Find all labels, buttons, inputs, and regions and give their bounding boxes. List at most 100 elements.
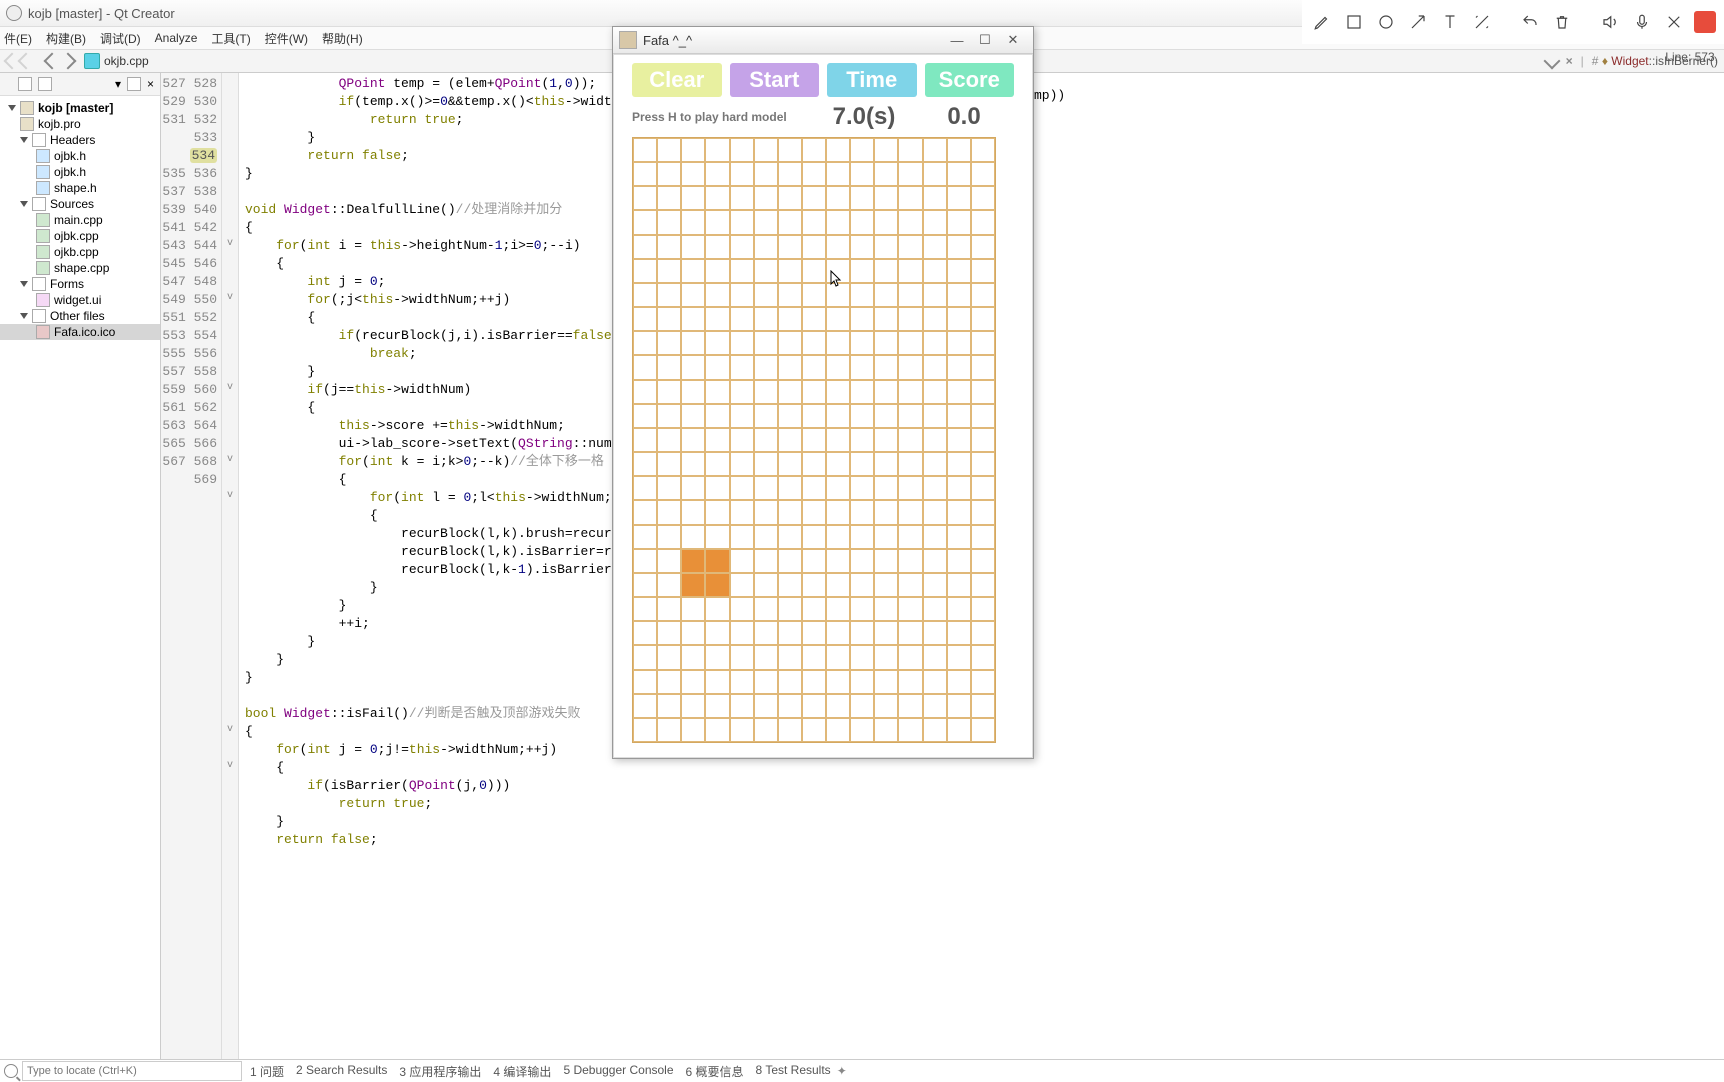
- grid-cell: [730, 645, 754, 669]
- open-filename[interactable]: okjb.cpp: [104, 54, 149, 68]
- output-tab-4[interactable]: 5 Debugger Console: [563, 1063, 673, 1080]
- output-tab-1[interactable]: 2 Search Results: [296, 1063, 387, 1080]
- grid-cell: [681, 718, 705, 742]
- grid-cell: [947, 621, 971, 645]
- grid-cell: [705, 525, 729, 549]
- output-tab-5[interactable]: 6 概要信息: [686, 1063, 744, 1080]
- tree-root[interactable]: kojb [master]: [0, 100, 160, 116]
- speaker-icon[interactable]: [1598, 10, 1622, 34]
- grid-cell: [874, 283, 898, 307]
- grid-cell: [923, 500, 947, 524]
- menu-analyze[interactable]: Analyze: [155, 31, 198, 45]
- menu-file[interactable]: 件(E): [4, 30, 32, 47]
- sidebar-tool1-icon[interactable]: [18, 77, 32, 91]
- history-back-icon[interactable]: [44, 53, 61, 70]
- tree-s1[interactable]: main.cpp: [0, 212, 160, 228]
- grid-cell: [754, 452, 778, 476]
- grid-cell: [657, 597, 681, 621]
- text-icon[interactable]: [1438, 10, 1462, 34]
- menu-window[interactable]: 控件(W): [265, 30, 308, 47]
- grid-cell: [923, 283, 947, 307]
- grid-cell: [778, 694, 802, 718]
- grid-cell: [681, 331, 705, 355]
- grid-cell: [826, 500, 850, 524]
- tree-o1[interactable]: Fafa.ico.ico: [0, 324, 160, 340]
- grid-cell: [898, 210, 922, 234]
- grid-cell: [681, 573, 705, 597]
- tree-s3[interactable]: ojkb.cpp: [0, 244, 160, 260]
- output-tab-3[interactable]: 4 编译输出: [493, 1063, 551, 1080]
- fold-gutter[interactable]: vvvvvvv: [222, 73, 239, 1059]
- menu-build[interactable]: 构建(B): [46, 30, 86, 47]
- tree-pro-file[interactable]: kojb.pro: [0, 116, 160, 132]
- maximize-icon[interactable]: ☐: [971, 31, 999, 49]
- undo-icon[interactable]: [1518, 10, 1542, 34]
- minimize-icon[interactable]: —: [943, 31, 971, 49]
- grid-cell: [705, 307, 729, 331]
- grid-cell: [730, 355, 754, 379]
- nav-back2-icon[interactable]: [18, 53, 35, 70]
- grid-cell: [730, 235, 754, 259]
- record-icon[interactable]: [1694, 11, 1716, 33]
- game-titlebar[interactable]: Fafa ^_^ — ☐ ✕: [613, 27, 1033, 54]
- grid-cell: [923, 355, 947, 379]
- menu-tools[interactable]: 工具(T): [211, 30, 250, 47]
- circle-icon[interactable]: [1374, 10, 1398, 34]
- grid-cell: [730, 573, 754, 597]
- tree-h1[interactable]: ojbk.h: [0, 148, 160, 164]
- clear-button[interactable]: Clear: [632, 63, 722, 97]
- grid-cell: [850, 597, 874, 621]
- close-file-icon[interactable]: ×: [1566, 54, 1573, 68]
- mic-icon[interactable]: [1630, 10, 1654, 34]
- game-grid[interactable]: [632, 137, 996, 743]
- grid-cell: [874, 718, 898, 742]
- output-tab-0[interactable]: 1 问题: [250, 1063, 284, 1080]
- grid-cell: [754, 428, 778, 452]
- grid-cell: [657, 404, 681, 428]
- grid-cell: [947, 210, 971, 234]
- sidebar-filter-icon[interactable]: ▾: [115, 77, 121, 91]
- tree-s2[interactable]: ojbk.cpp: [0, 228, 160, 244]
- arrow-icon[interactable]: [1406, 10, 1430, 34]
- tree-forms[interactable]: Forms: [0, 276, 160, 292]
- grid-cell: [826, 718, 850, 742]
- grid-cell: [657, 283, 681, 307]
- tree-h2[interactable]: ojbk.h: [0, 164, 160, 180]
- output-more-icon[interactable]: ✦: [837, 1064, 847, 1078]
- output-tab-6[interactable]: 8 Test Results: [756, 1063, 831, 1080]
- grid-cell: [681, 500, 705, 524]
- file-dropdown-icon[interactable]: [1543, 53, 1560, 70]
- tree-h3[interactable]: shape.h: [0, 180, 160, 196]
- grid-cell: [971, 621, 995, 645]
- wand-icon[interactable]: [1470, 10, 1494, 34]
- square-icon[interactable]: [1342, 10, 1366, 34]
- close-icon[interactable]: ✕: [999, 31, 1027, 49]
- sidebar-split-icon[interactable]: [127, 77, 141, 91]
- sidebar-close-icon[interactable]: ×: [147, 77, 154, 91]
- sidebar-tool2-icon[interactable]: [38, 77, 52, 91]
- trash-icon[interactable]: [1550, 10, 1574, 34]
- start-button[interactable]: Start: [730, 63, 820, 97]
- pencil-icon[interactable]: [1310, 10, 1334, 34]
- tree-headers[interactable]: Headers: [0, 132, 160, 148]
- grid-cell: [923, 670, 947, 694]
- output-tab-2[interactable]: 3 应用程序输出: [399, 1063, 481, 1080]
- menu-help[interactable]: 帮助(H): [322, 30, 363, 47]
- tree-s4[interactable]: shape.cpp: [0, 260, 160, 276]
- grid-cell: [802, 210, 826, 234]
- grid-cell: [633, 718, 657, 742]
- grid-cell: [778, 645, 802, 669]
- tree-other[interactable]: Other files: [0, 308, 160, 324]
- tree-sources[interactable]: Sources: [0, 196, 160, 212]
- grid-cell: [681, 670, 705, 694]
- grid-cell: [802, 573, 826, 597]
- close-x-icon[interactable]: [1662, 10, 1686, 34]
- grid-cell: [633, 452, 657, 476]
- menu-debug[interactable]: 调试(D): [100, 30, 141, 47]
- locator-input[interactable]: [22, 1061, 242, 1081]
- tree-f1[interactable]: widget.ui: [0, 292, 160, 308]
- grid-cell: [705, 597, 729, 621]
- game-app-icon: [619, 31, 637, 49]
- grid-cell: [730, 549, 754, 573]
- history-fwd-icon[interactable]: [60, 53, 77, 70]
